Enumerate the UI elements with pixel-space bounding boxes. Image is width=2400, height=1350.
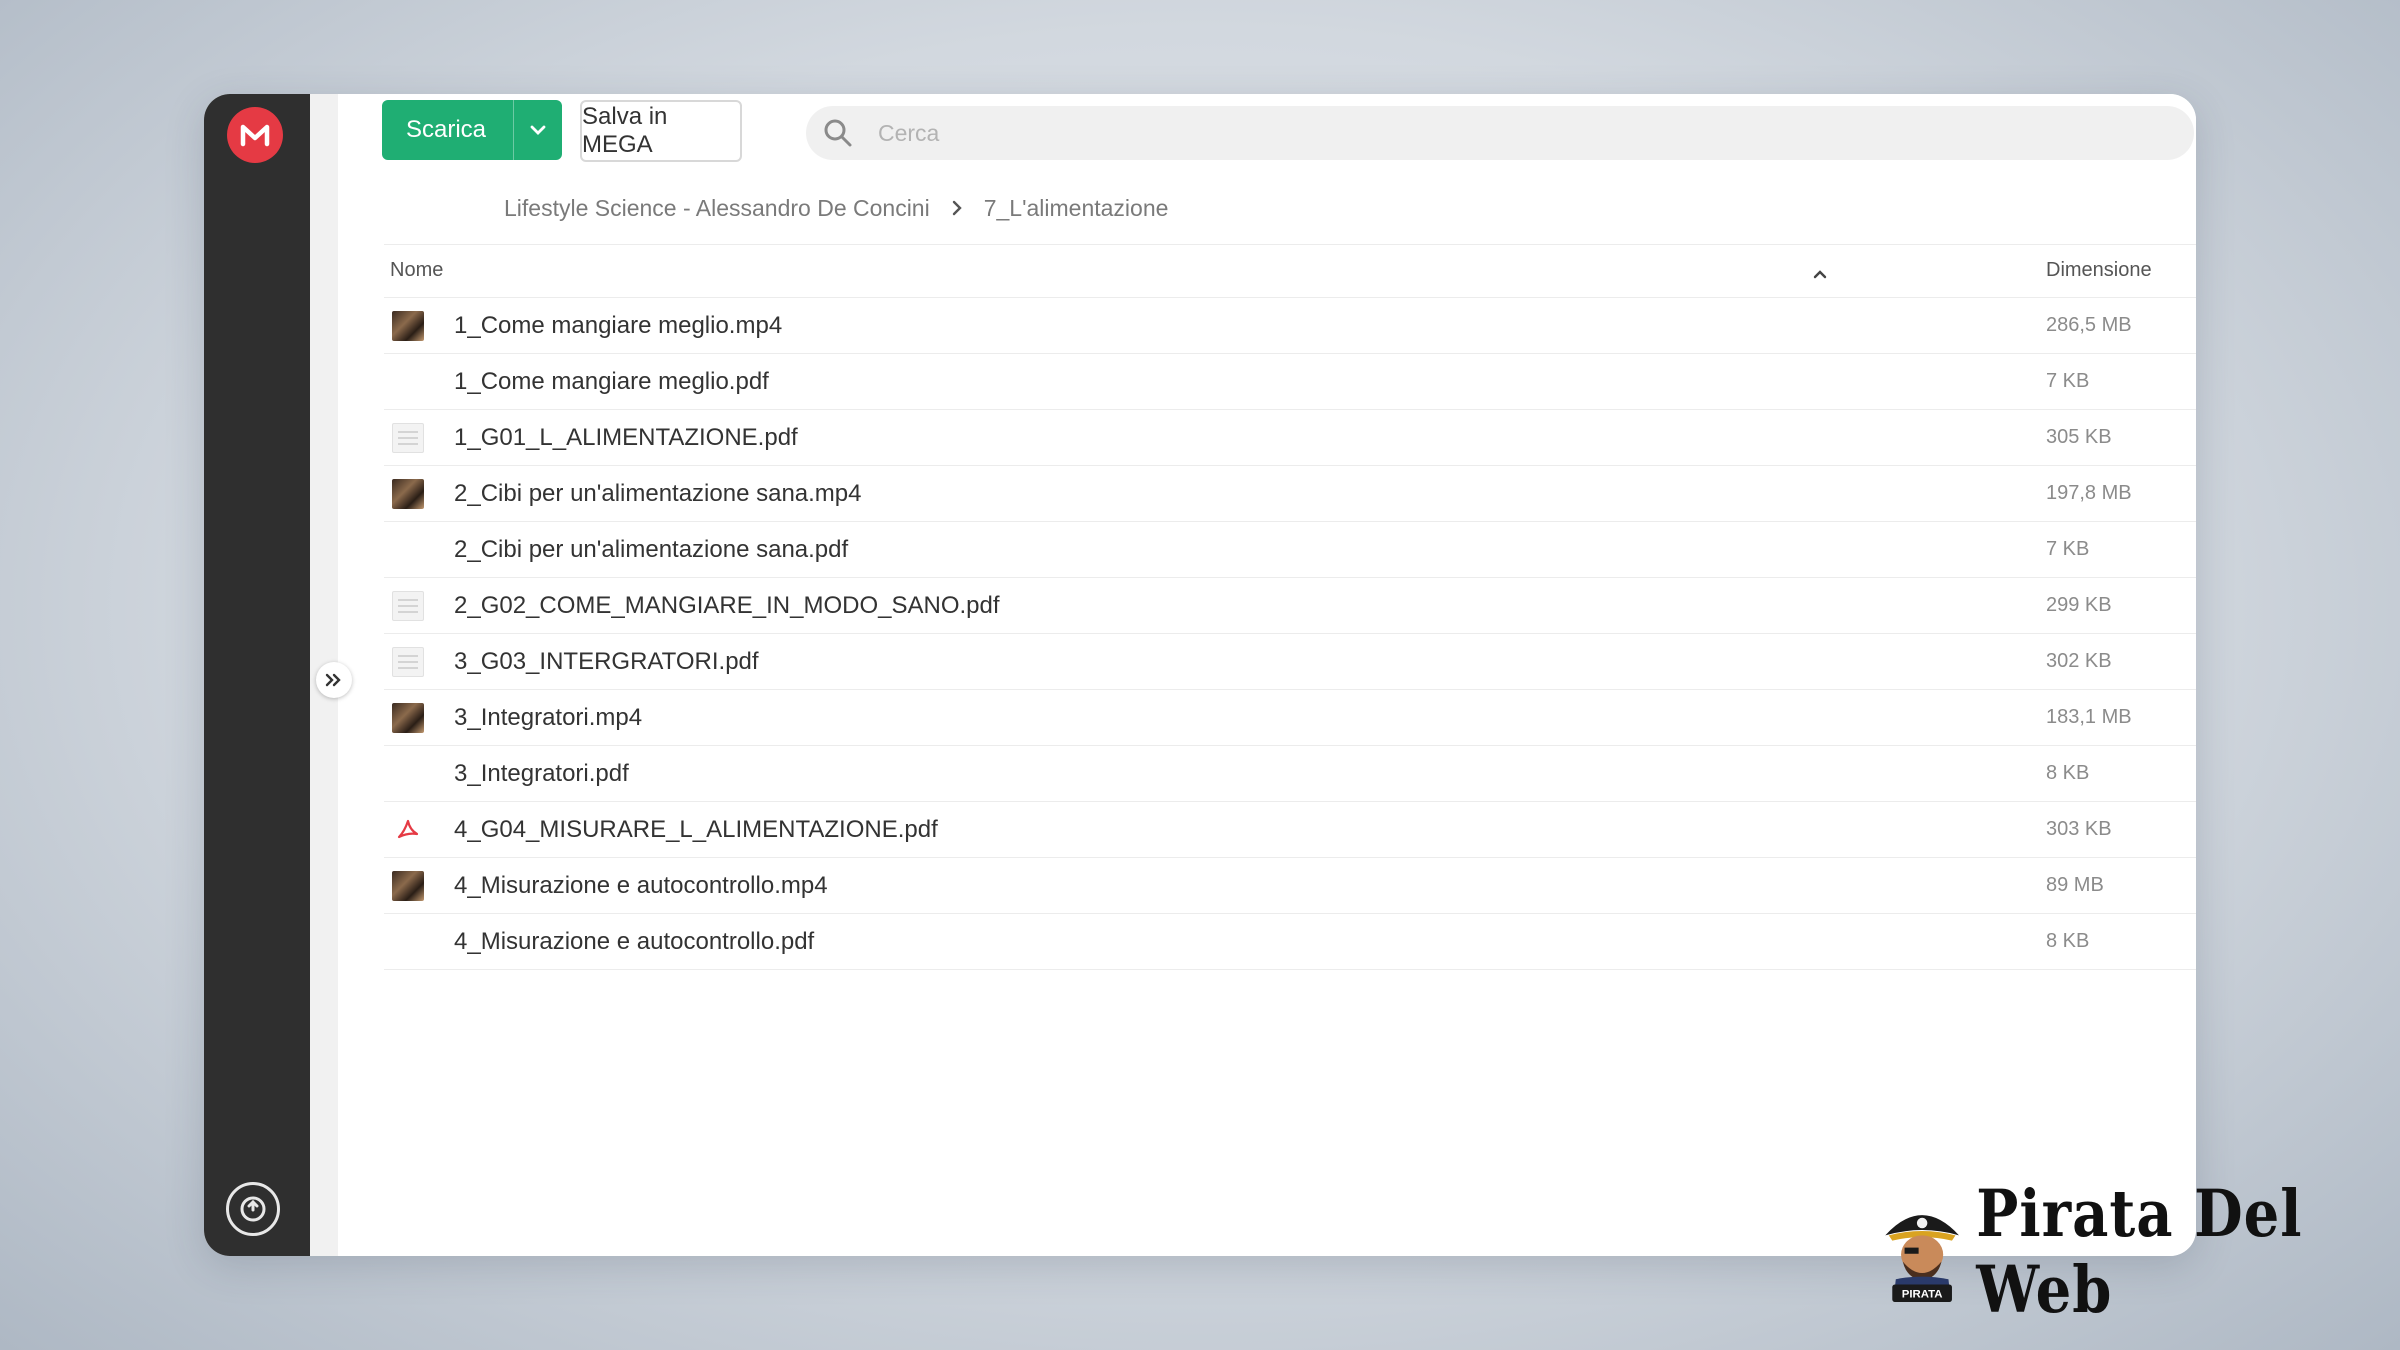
file-name: 1_G01_L_ALIMENTAZIONE.pdf	[454, 424, 798, 451]
download-button-label: Scarica	[406, 116, 487, 143]
table-row[interactable]: 2_Cibi per un'alimentazione sana.mp4 197,…	[384, 466, 2196, 522]
empty-thumbnail	[392, 535, 424, 565]
document-thumbnail-icon	[392, 591, 424, 621]
file-size: 8 KB	[2046, 762, 2090, 784]
video-thumbnail-icon	[392, 871, 424, 901]
search-input[interactable]	[876, 118, 1480, 148]
save-to-mega-button[interactable]: Salva in MEGA	[580, 100, 742, 162]
file-name: 4_Misurazione e autocontrollo.mp4	[454, 872, 828, 899]
table-row[interactable]: 3_G03_INTERGRATORI.pdf302 KBDocumento PD…	[384, 634, 2196, 690]
file-name: 3_Integratori.pdf	[454, 760, 629, 787]
empty-thumbnail	[392, 927, 424, 957]
empty-thumbnail	[392, 367, 424, 397]
table-row[interactable]: 4_G04_MISURARE_L_ALIMENTAZIONE.pdf 303 KB…	[384, 802, 2196, 858]
download-button[interactable]: Scarica	[382, 100, 562, 160]
file-size: 302 KB	[2046, 650, 2112, 672]
chevron-right-icon	[952, 200, 962, 216]
table-row[interactable]: 3_Integratori.pdf8 KBDocumento PDF	[384, 746, 2196, 802]
file-size: 286,5 MB	[2046, 314, 2132, 336]
file-size: 8 KB	[2046, 930, 2090, 952]
breadcrumb: Lifestyle Science - Alessandro De Concin…	[504, 190, 1168, 226]
search-bar[interactable]	[806, 106, 2194, 160]
table-row[interactable]: 1_G01_L_ALIMENTAZIONE.pdf305 KBDocumento…	[384, 410, 2196, 466]
file-size: 197,8 MB	[2046, 482, 2132, 504]
file-size: 303 KB	[2046, 818, 2112, 840]
table-row[interactable]: 2_G02_COME_MANGIARE_IN_MODO_SANO.pdf 299 …	[384, 578, 2196, 634]
file-size: 89 MB	[2046, 874, 2104, 896]
document-thumbnail-icon	[392, 647, 424, 677]
table-row[interactable]: 1_Come mangiare meglio.mp4286,5 MBVideo …	[384, 298, 2196, 354]
pirate-mascot-icon: PIRATA	[1885, 1215, 1959, 1303]
empty-thumbnail	[392, 759, 424, 789]
file-name: 2_Cibi per un'alimentazione sana.mp4	[454, 480, 862, 507]
file-name: 4_G04_MISURARE_L_ALIMENTAZIONE.pdf	[454, 816, 938, 843]
pdf-icon	[392, 815, 424, 845]
file-list: 1_Come mangiare meglio.mp4286,5 MBVideo …	[384, 298, 2196, 970]
video-thumbnail-icon	[392, 479, 424, 509]
file-size: 183,1 MB	[2046, 706, 2132, 728]
column-header-size[interactable]: Dimensione	[2046, 259, 2152, 282]
file-name: 3_Integratori.mp4	[454, 704, 643, 731]
mascot-badge-label: PIRATA	[1902, 1289, 1943, 1301]
main-panel: Scarica Salva in MEGA Lifestyle Science …	[338, 94, 2196, 1256]
expand-sidebar-icon[interactable]	[316, 662, 352, 698]
search-icon	[820, 115, 856, 151]
chevron-down-icon[interactable]	[513, 100, 562, 160]
file-name: 2_G02_COME_MANGIARE_IN_MODO_SANO.pdf	[454, 592, 1000, 619]
file-name: 1_Come mangiare meglio.pdf	[454, 368, 769, 395]
mega-window: Scarica Salva in MEGA Lifestyle Science …	[204, 94, 2196, 1256]
toolbar: Scarica Salva in MEGA	[338, 94, 2196, 170]
file-size: 7 KB	[2046, 370, 2090, 392]
file-table: Nome Dimensione Tipo 1_Come mangiare meg…	[384, 244, 2196, 970]
file-size: 305 KB	[2046, 426, 2112, 448]
video-thumbnail-icon	[392, 703, 424, 733]
table-header: Nome Dimensione Tipo	[384, 244, 2196, 298]
mega-logo-icon[interactable]	[227, 107, 283, 163]
column-header-name[interactable]: Nome	[390, 259, 443, 282]
table-row[interactable]: 1_Come mangiare meglio.pdf7 KBDocumento …	[384, 354, 2196, 410]
file-name: 1_Come mangiare meglio.mp4	[454, 312, 783, 339]
sort-ascending-icon[interactable]	[1812, 263, 1828, 286]
sidebar	[204, 94, 310, 1256]
file-name: 2_Cibi per un'alimentazione sana.pdf	[454, 536, 849, 563]
breadcrumb-item-current[interactable]: 7_L'alimentazione	[984, 195, 1169, 222]
table-row[interactable]: 3_Integratori.mp4183,1 MBVideo MPEG-4	[384, 690, 2196, 746]
table-row[interactable]: 2_Cibi per un'alimentazione sana.pdf 7 KB…	[384, 522, 2196, 578]
table-row[interactable]: 4_Misurazione e autocontrollo.mp489 MBVi…	[384, 858, 2196, 914]
sync-icon[interactable]	[226, 1182, 280, 1236]
file-size: 7 KB	[2046, 538, 2090, 560]
table-row[interactable]: 4_Misurazione e autocontrollo.pdf8 KBDoc…	[384, 914, 2196, 970]
file-name: 3_G03_INTERGRATORI.pdf	[454, 648, 759, 675]
video-thumbnail-icon	[392, 311, 424, 341]
document-thumbnail-icon	[392, 423, 424, 453]
file-name: 4_Misurazione e autocontrollo.pdf	[454, 928, 815, 955]
file-size: 299 KB	[2046, 594, 2112, 616]
breadcrumb-item-root[interactable]: Lifestyle Science - Alessandro De Concin…	[504, 195, 930, 222]
watermark-brand: PIRATA Pirata Del Web	[1880, 1176, 2400, 1328]
brand-text: Pirata Del Web	[1976, 1176, 2303, 1328]
